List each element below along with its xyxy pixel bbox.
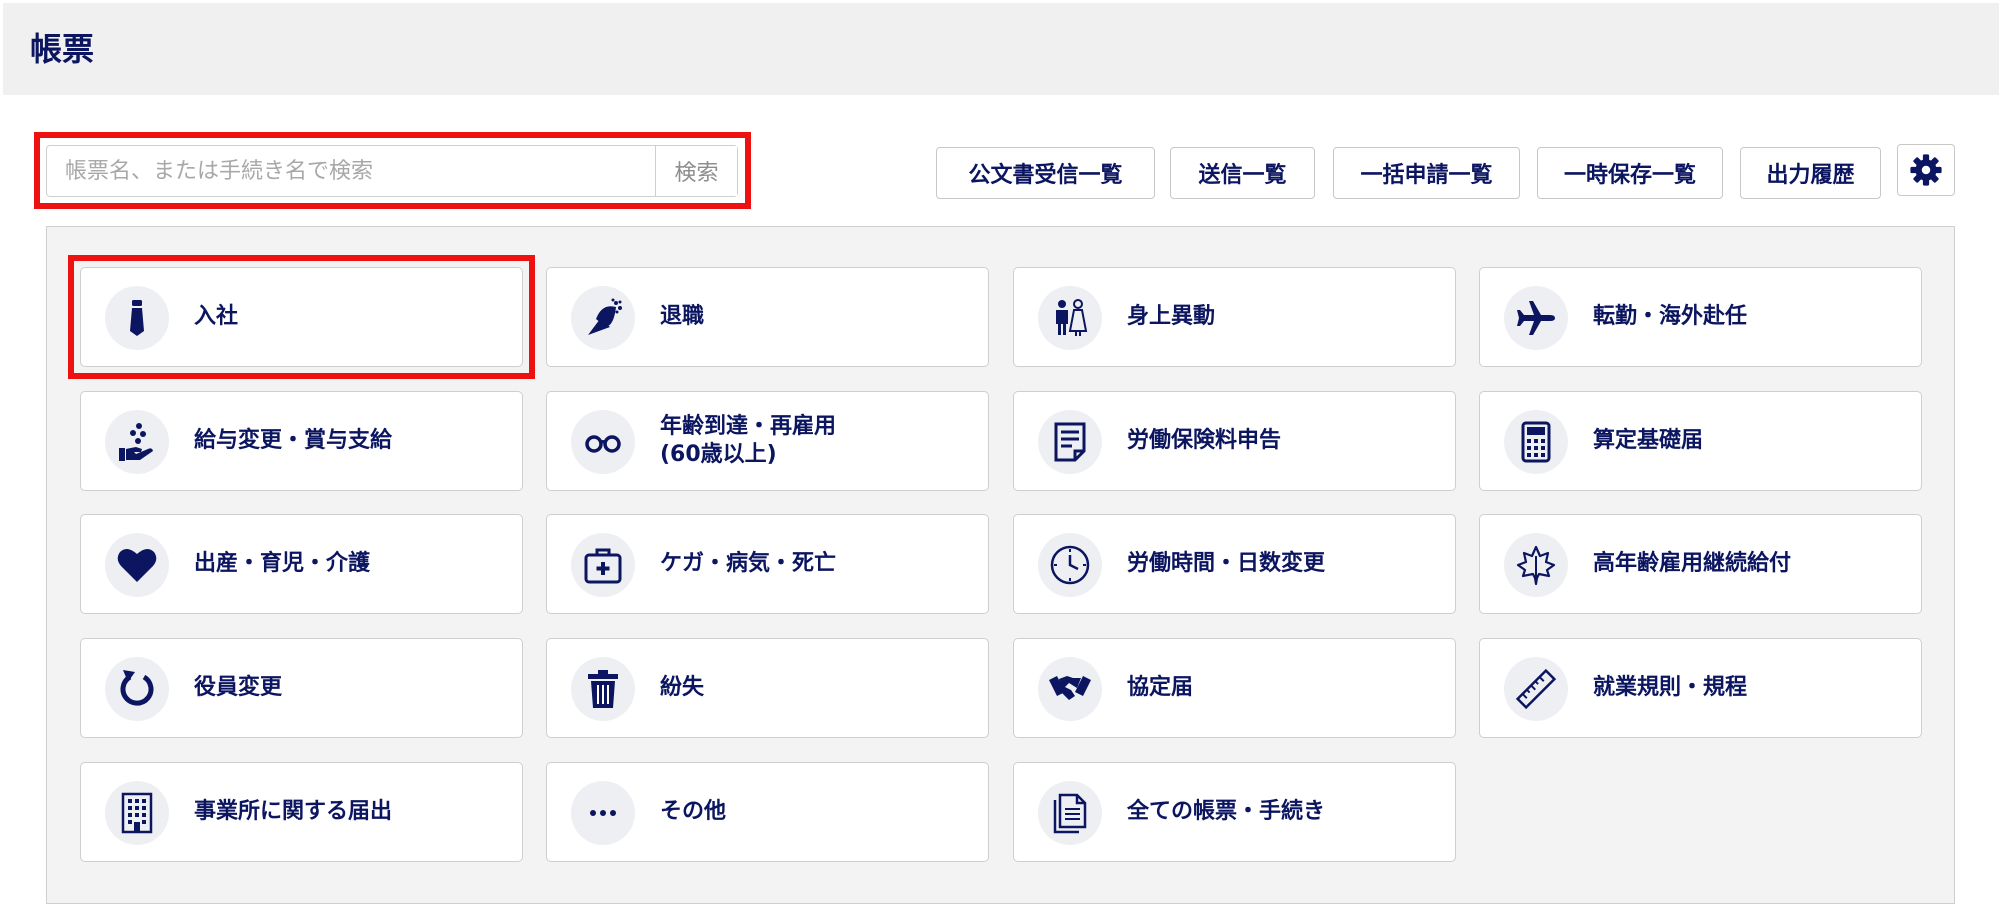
clock-icon <box>1050 545 1090 585</box>
tile-konenrei-koyo[interactable]: 高年齢雇用継続給付 <box>1479 514 1922 614</box>
calculator-icon <box>1521 421 1551 463</box>
tile-tenkin-kaigai[interactable]: 転勤・海外赴任 <box>1479 267 1922 367</box>
tile-shinjo-ido[interactable]: 身上異動 <box>1013 267 1456 367</box>
official-docs-received-list-button[interactable]: 公文書受信一覧 <box>936 147 1155 199</box>
tile-nyusha[interactable]: 入社 <box>80 267 523 367</box>
tile-label: 算定基礎届 <box>1593 428 1704 453</box>
gear-icon <box>1910 154 1942 186</box>
airplane-icon <box>1517 301 1555 335</box>
page-header: 帳票 <box>3 3 1999 95</box>
tile-label: 入社 <box>194 304 239 329</box>
tile-label: 年齢到達・再雇用 <box>660 414 837 439</box>
wedding-couple-icon <box>1056 299 1088 336</box>
tile-nenrei-totatsu[interactable]: 年齢到達・再雇用 (60歳以上) <box>546 391 989 491</box>
ruler-icon <box>1515 668 1557 710</box>
tile-label: 全ての帳票・手続き <box>1127 799 1326 824</box>
tile-jigyosho[interactable]: 事業所に関する届出 <box>80 762 523 862</box>
tile-label: 協定届 <box>1127 675 1194 700</box>
tile-rodo-hokenryo[interactable]: 労働保険料申告 <box>1013 391 1456 491</box>
temp-saved-list-button[interactable]: 一時保存一覧 <box>1537 147 1723 199</box>
tile-label: 身上異動 <box>1127 304 1216 329</box>
tile-label: 転勤・海外赴任 <box>1593 304 1748 329</box>
tile-kyotei-todoke[interactable]: 協定届 <box>1013 638 1456 738</box>
more-dots-icon <box>590 810 616 816</box>
tile-label: 高年齢雇用継続給付 <box>1593 551 1792 576</box>
bulk-application-list-button[interactable]: 一括申請一覧 <box>1333 147 1520 199</box>
heart-icon <box>117 548 157 582</box>
tile-label: 紛失 <box>660 675 705 700</box>
glasses-icon <box>585 435 621 453</box>
document-icon <box>1054 422 1086 462</box>
tile-label: その他 <box>660 799 727 824</box>
tile-santei-kiso[interactable]: 算定基礎届 <box>1479 391 1922 491</box>
search-bar: 検索 <box>46 145 738 197</box>
sent-list-button[interactable]: 送信一覧 <box>1170 147 1315 199</box>
maple-leaf-icon <box>1516 545 1556 586</box>
tile-label: 労働時間・日数変更 <box>1127 551 1326 576</box>
tile-label: 退職 <box>660 304 705 329</box>
refresh-icon <box>120 670 154 706</box>
tile-label-sub: (60歳以上) <box>660 442 777 467</box>
search-button[interactable]: 検索 <box>655 146 737 196</box>
flower-bouquet-icon <box>588 298 622 335</box>
tile-label: ケガ・病気・死亡 <box>660 551 837 576</box>
tile-shugyo-kisoku[interactable]: 就業規則・規程 <box>1479 638 1922 738</box>
search-input[interactable] <box>47 146 655 196</box>
output-history-button[interactable]: 出力履歴 <box>1740 147 1881 199</box>
tile-yakuin-henko[interactable]: 役員変更 <box>80 638 523 738</box>
handshake-icon <box>1049 676 1091 700</box>
tile-label: 給与変更・賞与支給 <box>194 428 393 453</box>
tile-sonota[interactable]: その他 <box>546 762 989 862</box>
tile-rodo-jikan[interactable]: 労働時間・日数変更 <box>1013 514 1456 614</box>
necktie-icon <box>130 300 144 336</box>
tile-shussan-ikuji[interactable]: 出産・育児・介護 <box>80 514 523 614</box>
building-icon <box>121 792 153 834</box>
documents-icon <box>1053 793 1087 834</box>
trash-icon <box>588 670 618 708</box>
tile-kega-byoki[interactable]: ケガ・病気・死亡 <box>546 514 989 614</box>
tile-label: 役員変更 <box>194 675 283 700</box>
hand-coins-icon <box>119 423 153 461</box>
tile-funshitsu[interactable]: 紛失 <box>546 638 989 738</box>
settings-button[interactable] <box>1897 144 1955 196</box>
first-aid-kit-icon <box>584 548 622 584</box>
tile-kyuyo-henko[interactable]: 給与変更・賞与支給 <box>80 391 523 491</box>
tile-taishoku[interactable]: 退職 <box>546 267 989 367</box>
tile-label: 出産・育児・介護 <box>194 551 371 576</box>
tile-label: 事業所に関する届出 <box>194 799 393 824</box>
page-title: 帳票 <box>30 30 95 68</box>
tile-all-forms[interactable]: 全ての帳票・手続き <box>1013 762 1456 862</box>
tile-label: 就業規則・規程 <box>1593 675 1748 700</box>
tile-label: 労働保険料申告 <box>1127 428 1282 453</box>
